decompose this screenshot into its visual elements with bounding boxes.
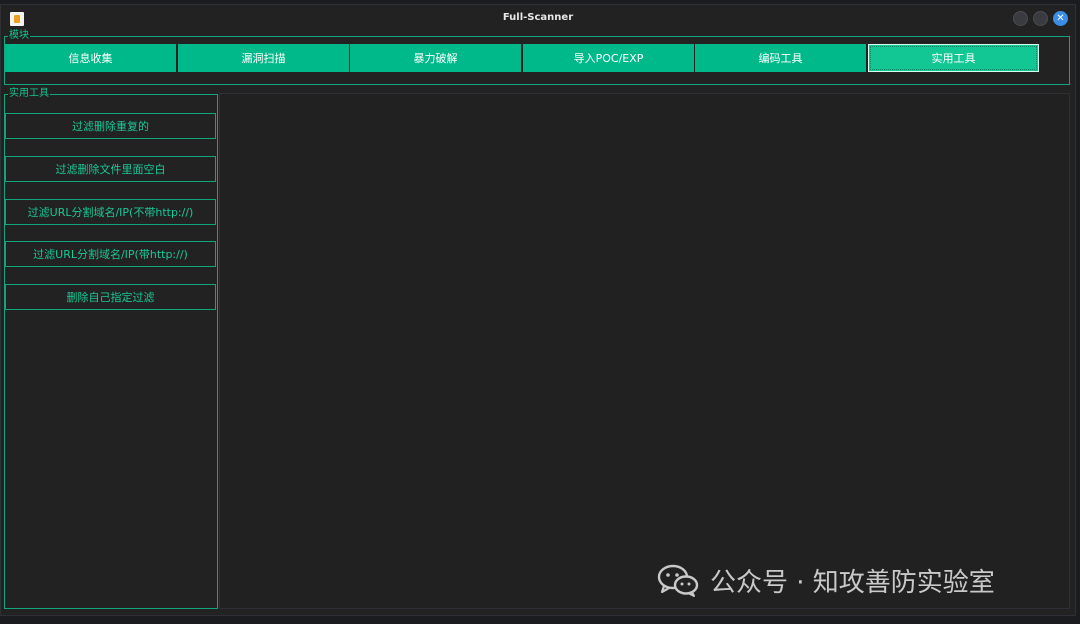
output-panel[interactable] (219, 93, 1070, 609)
module-button-info-gathering[interactable]: 信息收集 (5, 44, 176, 72)
watermark-text: 公众号 · 知攻善防实验室 (710, 567, 995, 598)
close-icon: ✕ (1056, 13, 1065, 24)
module-button-encoding-tools[interactable]: 编码工具 (695, 44, 866, 72)
tools-group-legend: 实用工具 (9, 88, 49, 99)
tool-button-dedupe[interactable]: 过滤删除重复的 (5, 113, 216, 139)
title-bar[interactable]: Full-Scanner ✕ (1, 5, 1075, 33)
tool-button-split-url-with-http[interactable]: 过滤URL分割域名/IP(带http://) (5, 241, 216, 267)
window-title: Full-Scanner (502, 12, 574, 23)
minimize-button[interactable] (1013, 11, 1028, 26)
watermark: 公众号 · 知攻善防实验室 (656, 560, 995, 600)
close-button[interactable]: ✕ (1053, 11, 1068, 26)
tool-button-remove-blank[interactable]: 过滤删除文件里面空白 (5, 156, 216, 182)
module-button-import-poc-exp[interactable]: 导入POC/EXP (523, 44, 694, 72)
module-button-utility-tools[interactable]: 实用工具 (868, 44, 1039, 72)
module-group-legend: 模块 (9, 30, 29, 41)
maximize-button[interactable] (1033, 11, 1048, 26)
module-button-brute-force[interactable]: 暴力破解 (350, 44, 521, 72)
tool-button-custom-filter[interactable]: 删除自己指定过滤 (5, 284, 216, 310)
tool-button-split-url-no-http[interactable]: 过滤URL分割域名/IP(不带http://) (5, 199, 216, 225)
wechat-icon (657, 564, 699, 597)
module-button-vuln-scan[interactable]: 漏洞扫描 (178, 44, 349, 72)
